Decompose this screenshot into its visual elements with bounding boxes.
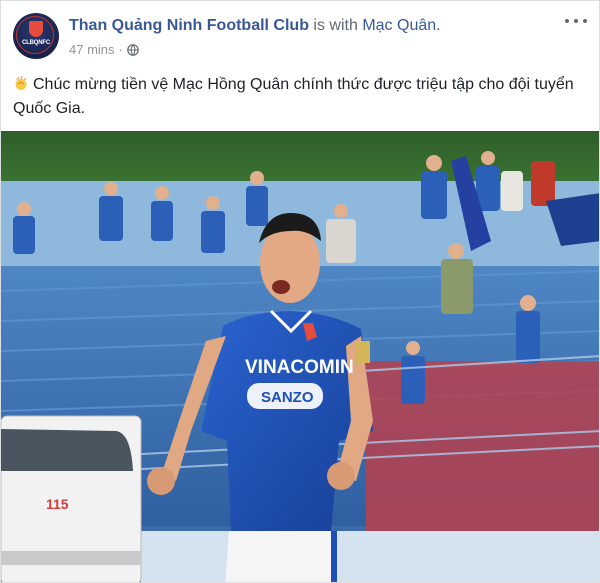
ambulance: 115 bbox=[1, 415, 142, 582]
tagged-friend-link[interactable]: Mạc Quân. bbox=[362, 17, 440, 34]
globe-icon[interactable] bbox=[127, 43, 139, 56]
post-meta: 47 mins · bbox=[69, 42, 139, 57]
post-text: Chúc mừng tiền vệ Mạc Hồng Quân chính th… bbox=[13, 73, 583, 121]
post-photo[interactable]: 115 VINACOMIN SANZO bbox=[1, 131, 599, 582]
avatar-logo-text: CLBQNFC bbox=[22, 40, 50, 46]
with-text: is with bbox=[313, 17, 358, 34]
page-name-link[interactable]: Than Quảng Ninh Football Club bbox=[69, 17, 309, 34]
shirt-sponsor-2-text: SANZO bbox=[261, 389, 314, 406]
shirt-sponsor-text: VINACOMIN bbox=[245, 357, 354, 378]
post-title-line: Than Quảng Ninh Football Club is with Mạ… bbox=[69, 17, 441, 35]
post-header: CLBQNFC Than Quảng Ninh Football Club is… bbox=[1, 1, 599, 65]
photo-scene: 115 VINACOMIN SANZO bbox=[1, 131, 599, 582]
post-timestamp[interactable]: 47 mins bbox=[69, 42, 115, 57]
ambulance-number: 115 bbox=[46, 496, 69, 512]
more-options-icon[interactable] bbox=[565, 13, 587, 29]
clapping-hands-icon bbox=[15, 75, 27, 90]
club-crest-icon bbox=[29, 21, 43, 37]
pitch-edge bbox=[141, 531, 599, 582]
page-avatar[interactable]: CLBQNFC bbox=[13, 13, 59, 59]
post-body-text: Chúc mừng tiền vệ Mạc Hồng Quân chính th… bbox=[13, 76, 574, 117]
facebook-post-card: CLBQNFC Than Quảng Ninh Football Club is… bbox=[0, 0, 600, 583]
